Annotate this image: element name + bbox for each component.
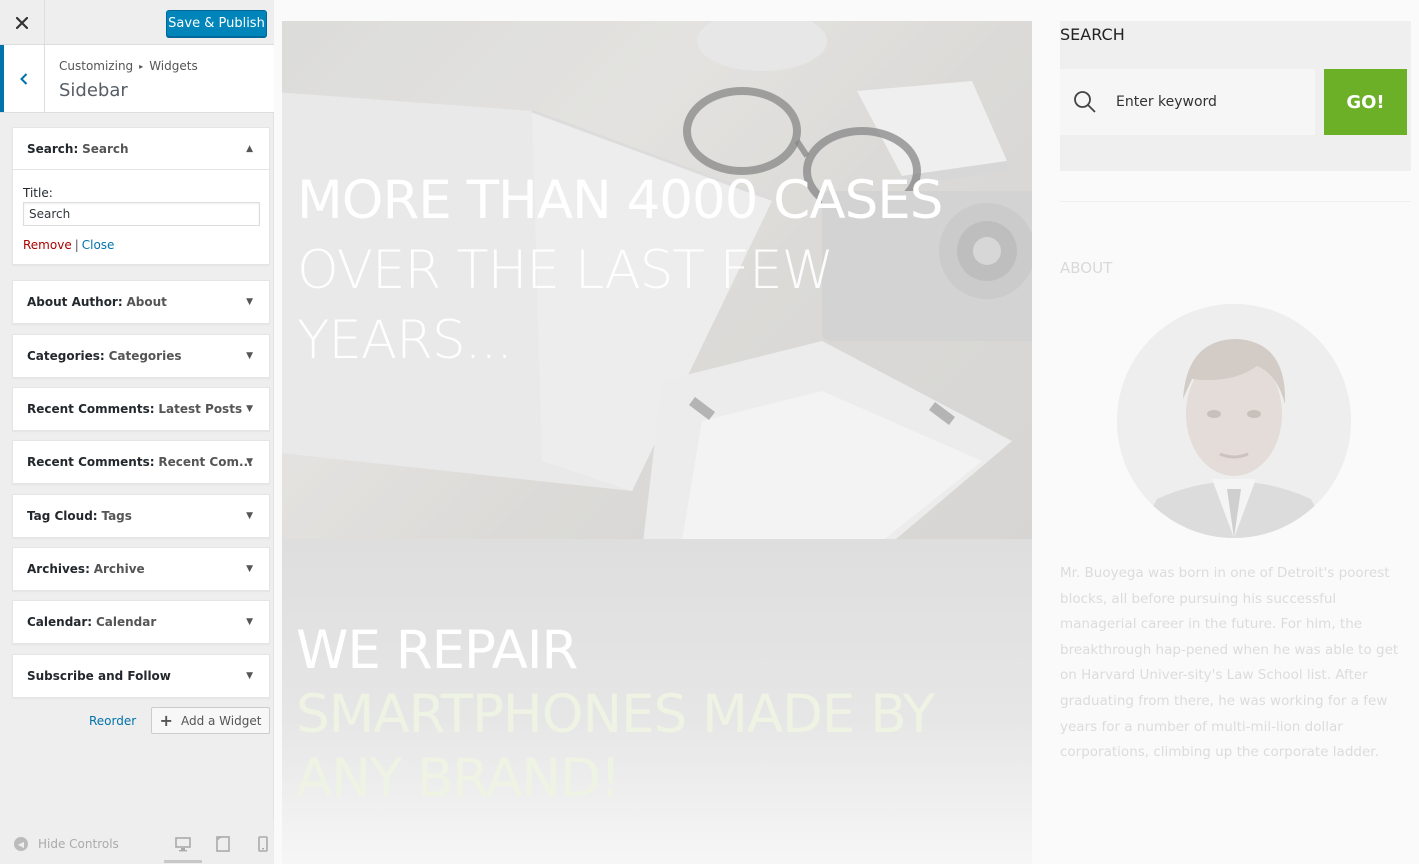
action-separator: | xyxy=(74,238,79,252)
widget-about-author: About Author: About ▼ xyxy=(12,280,270,324)
widget-type: About Author: xyxy=(27,295,123,309)
widget-name: Recent Com... xyxy=(158,455,253,469)
widget-name: About xyxy=(126,295,167,309)
widget-type: Recent Comments: xyxy=(27,455,155,469)
widget-name: Calendar xyxy=(95,615,157,629)
widget-type: Categories: xyxy=(27,349,105,363)
widget-name: Archive xyxy=(93,562,145,576)
about-text: Mr. Buoyega was born in one of Detroit's… xyxy=(1060,565,1399,761)
caret-down-icon[interactable]: ▼ xyxy=(246,335,253,377)
tablet-icon[interactable] xyxy=(215,836,231,852)
back-button[interactable] xyxy=(0,45,45,112)
mobile-icon[interactable] xyxy=(255,836,271,852)
widget-categories: Categories: Categories ▼ xyxy=(12,334,270,378)
widget-name: Latest Posts xyxy=(158,402,243,416)
add-widget-button[interactable]: + Add a Widget xyxy=(151,707,270,734)
customizer-controls: Save & Publish Customizing ▸ Widgets Sideb… xyxy=(0,0,274,864)
desktop-icon[interactable] xyxy=(175,836,191,852)
hero-heading: MORE THAN 4000 CASES OVER THE LAST FEW Y… xyxy=(297,166,1017,376)
active-device-indicator xyxy=(164,860,202,863)
widget-name: Categories xyxy=(108,349,182,363)
widget-type: Archives: xyxy=(27,562,90,576)
widget-type: Search: xyxy=(27,141,79,156)
caret-down-icon[interactable]: ▼ xyxy=(246,388,253,430)
repair-heading: WE REPAIR SMARTPHONES MADE BY ANY BRAND! xyxy=(296,619,1016,811)
hero-banner: MORE THAN 4000 CASES OVER THE LAST FEW Y… xyxy=(282,21,1032,539)
widget-header[interactable]: Tag Cloud: Tags ▼ xyxy=(13,495,269,537)
search-input[interactable] xyxy=(1116,90,1306,114)
caret-up-icon[interactable]: ▲ xyxy=(246,128,253,170)
widget-header[interactable]: Subscribe and Follow ▼ xyxy=(13,655,269,697)
repair-heading-line1: WE REPAIR xyxy=(296,620,578,681)
search-widget-title: SEARCH xyxy=(1060,25,1125,44)
widget-header[interactable]: Recent Comments: Latest Posts ▼ xyxy=(13,388,269,430)
widget-tag-cloud: Tag Cloud: Tags ▼ xyxy=(12,494,270,538)
hero-heading-line1: MORE THAN 4000 CASES xyxy=(297,170,943,231)
widget-form: Title: Remove|Close xyxy=(13,170,269,264)
widget-type: Subscribe and Follow xyxy=(27,669,171,683)
author-avatar xyxy=(1117,304,1351,538)
widget-actions: Remove | Close xyxy=(23,238,259,252)
widget-recent-comments-recent: Recent Comments: Recent Com... ▼ xyxy=(12,440,270,484)
breadcrumb-separator-icon: ▸ xyxy=(139,62,144,71)
widget-header[interactable]: Categories: Categories ▼ xyxy=(13,335,269,377)
caret-down-icon[interactable]: ▼ xyxy=(246,441,253,483)
author-portrait-image xyxy=(1117,304,1351,538)
hero-heading-line2: OVER THE LAST FEW YEARS... xyxy=(297,240,834,371)
hide-controls-button[interactable]: ◀ Hide Controls xyxy=(14,837,119,851)
close-customizer-button[interactable] xyxy=(0,0,45,45)
repair-banner: WE REPAIR SMARTPHONES MADE BY ANY BRAND! xyxy=(282,539,1032,864)
site-preview: MORE THAN 4000 CASES OVER THE LAST FEW Y… xyxy=(274,0,1419,864)
widget-name: Search xyxy=(82,141,129,156)
widget-header[interactable]: Archives: Archive ▼ xyxy=(13,548,269,590)
widget-subscribe-follow: Subscribe and Follow ▼ xyxy=(12,654,270,698)
caret-down-icon[interactable]: ▼ xyxy=(246,495,253,537)
breadcrumb-root: Customizing xyxy=(59,59,134,73)
widget-recent-comments-latest: Recent Comments: Latest Posts ▼ xyxy=(12,387,270,431)
sidebar-search-widget: SEARCH GO! xyxy=(1060,21,1411,171)
title-input[interactable] xyxy=(23,202,260,226)
collapse-arrow-icon: ◀ xyxy=(14,837,28,851)
panel-title: Sidebar xyxy=(59,80,128,101)
search-icon xyxy=(1074,91,1096,113)
section-title-bar: Customizing ▸ Widgets Sidebar xyxy=(0,45,274,113)
breadcrumb: Customizing ▸ Widgets xyxy=(59,59,198,73)
caret-down-icon[interactable]: ▼ xyxy=(246,601,253,643)
customizer-footer: ◀ Hide Controls xyxy=(0,820,274,864)
about-widget-title: ABOUT xyxy=(1060,259,1113,277)
widget-type: Tag Cloud: xyxy=(27,509,98,523)
title-label: Title: xyxy=(23,186,53,200)
widget-archives: Archives: Archive ▼ xyxy=(12,547,270,591)
sidebar-divider xyxy=(1060,201,1411,202)
widget-header[interactable]: Search: Search ▲ xyxy=(13,128,269,170)
repair-heading-line2: SMARTPHONES MADE BY ANY BRAND! xyxy=(296,684,935,809)
chevron-left-icon xyxy=(20,72,28,85)
preview-top-strip xyxy=(274,0,1419,21)
widget-search: Search: Search ▲ Title: Remove|Close xyxy=(12,127,270,265)
widget-header[interactable]: Calendar: Calendar ▼ xyxy=(13,601,269,643)
remove-link[interactable]: Remove xyxy=(23,238,72,252)
close-link[interactable]: Close xyxy=(82,238,115,252)
widget-header[interactable]: About Author: About ▼ xyxy=(13,281,269,323)
reorder-link[interactable]: Reorder xyxy=(89,714,136,728)
caret-down-icon[interactable]: ▼ xyxy=(246,281,253,323)
hide-controls-label: Hide Controls xyxy=(38,837,119,851)
search-box xyxy=(1060,69,1315,135)
add-widget-label: Add a Widget xyxy=(180,713,262,728)
close-icon xyxy=(16,16,28,29)
widget-type: Calendar: xyxy=(27,615,93,629)
caret-down-icon[interactable]: ▼ xyxy=(246,548,253,590)
widget-name: Tags xyxy=(101,509,132,523)
widget-calendar: Calendar: Calendar ▼ xyxy=(12,600,270,644)
widget-header[interactable]: Recent Comments: Recent Com... ▼ xyxy=(13,441,269,483)
breadcrumb-leaf: Widgets xyxy=(149,59,198,73)
save-publish-button[interactable]: Save & Publish xyxy=(166,10,267,37)
search-go-button[interactable]: GO! xyxy=(1324,69,1407,135)
customizer-header: Save & Publish xyxy=(0,0,274,45)
caret-down-icon[interactable]: ▼ xyxy=(246,655,253,697)
plus-icon: + xyxy=(159,711,173,730)
widget-type: Recent Comments: xyxy=(27,402,155,416)
